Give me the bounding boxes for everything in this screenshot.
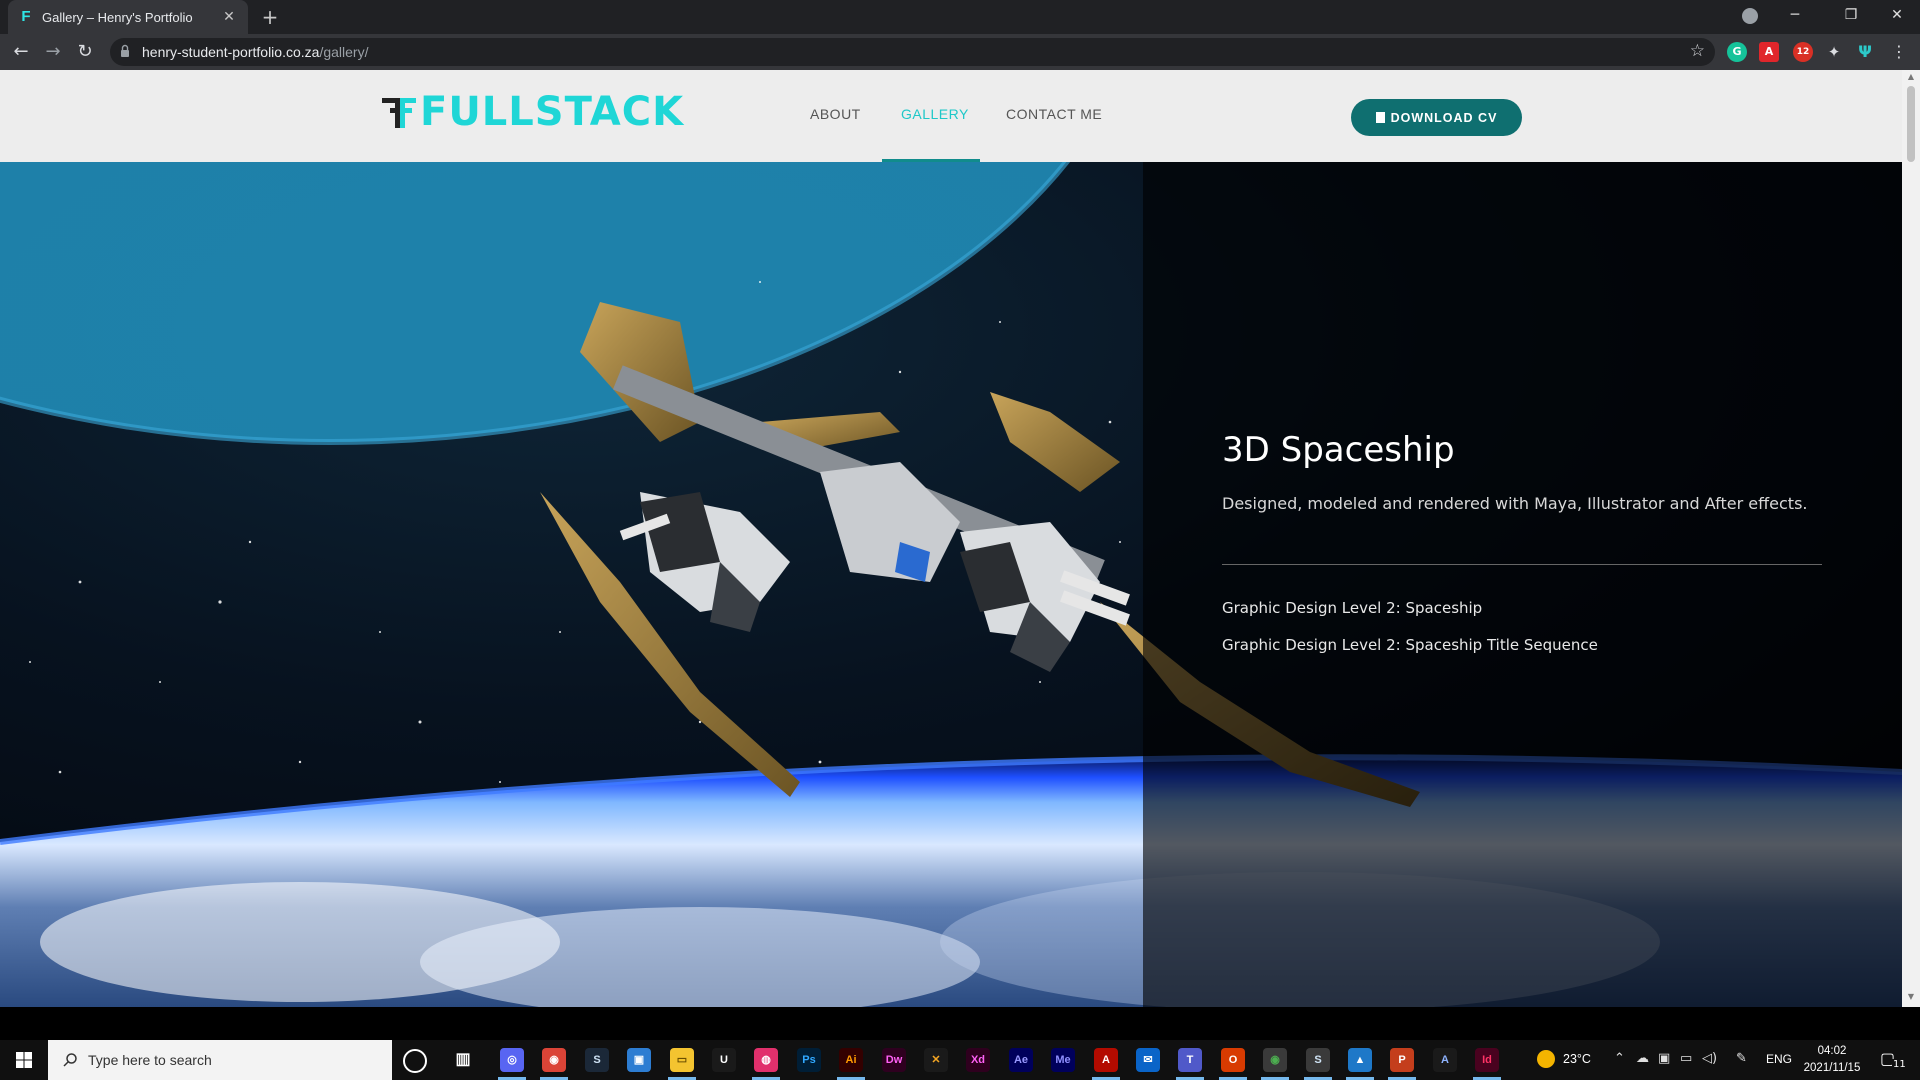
network-icon[interactable]: ▭ — [1680, 1051, 1692, 1066]
back-button[interactable]: ← — [8, 40, 34, 64]
dreamweaver-icon[interactable]: Dw — [882, 1048, 906, 1072]
teams-icon[interactable]: T — [1178, 1048, 1202, 1072]
discord-icon[interactable]: ◎ — [500, 1048, 524, 1072]
weather-temp: 23°C — [1563, 1052, 1591, 1066]
document-icon — [1375, 112, 1385, 123]
logo-wordmark: FULLSTACK — [420, 89, 685, 135]
app-a-icon[interactable]: A — [1433, 1048, 1457, 1072]
project-link-spaceship[interactable]: Graphic Design Level 2: Spaceship — [1222, 599, 1482, 617]
scrollbar-thumb[interactable] — [1907, 86, 1915, 162]
chrome-icon[interactable]: ◉ — [542, 1048, 566, 1072]
fullstack-logo-mark-icon — [382, 98, 416, 128]
new-tab-button[interactable]: + — [258, 6, 282, 28]
steam-icon[interactable]: S — [585, 1048, 609, 1072]
url-path: /gallery/ — [319, 44, 369, 60]
cortana-icon[interactable] — [403, 1049, 427, 1073]
forward-button[interactable]: → — [40, 40, 66, 64]
download-cv-label: DOWNLOAD CV — [1390, 110, 1498, 125]
url-text: henry-student-portfolio.co.za/gallery/ — [142, 44, 368, 60]
illustrator-icon[interactable]: Ai — [839, 1048, 863, 1072]
url-host: henry-student-portfolio.co.za — [142, 44, 320, 60]
page-scrollbar[interactable]: ▲ ▼ — [1902, 70, 1920, 1007]
notification-center-icon[interactable]: ▢ 11 — [1880, 1049, 1907, 1071]
bookmark-star-icon[interactable]: ☆ — [1690, 41, 1705, 61]
show-hidden-icons-chevron-icon[interactable]: ⌃ — [1614, 1051, 1625, 1066]
windows-taskbar: Type here to search ▥ ◎ ◉ S ▣ ▭ U ◍ Ps Ai Dw ✕ Xd Ae… — [0, 1040, 1920, 1080]
file-explorer-icon[interactable]: ▭ — [670, 1048, 694, 1072]
language-indicator[interactable]: ENG — [1766, 1052, 1792, 1066]
windows-start-icon[interactable] — [0, 1040, 48, 1080]
chrome-active-icon[interactable]: ◉ — [1263, 1048, 1287, 1072]
nav-gallery-link[interactable]: GALLERY — [901, 106, 969, 122]
after-effects-icon[interactable]: Ae — [1009, 1048, 1033, 1072]
close-window-button[interactable]: ✕ — [1874, 0, 1920, 30]
ubisoft-icon[interactable]: U — [712, 1048, 736, 1072]
volume-icon[interactable]: ◁) — [1702, 1051, 1717, 1066]
clock-date: 2021/11/15 — [1803, 1062, 1861, 1074]
profile-extension-icon[interactable]: Ψ — [1855, 42, 1875, 62]
media-encoder-icon[interactable]: Me — [1051, 1048, 1075, 1072]
site-logo[interactable]: FULLSTACK — [382, 92, 684, 132]
browser-toolbar: ← → ↻ henry-student-portfolio.co.za/gall… — [0, 34, 1920, 70]
minimize-button[interactable]: ─ — [1772, 0, 1818, 30]
hero-caption-panel — [1143, 162, 1902, 1007]
nav-about-link[interactable]: ABOUT — [810, 106, 861, 122]
chrome-menu-icon[interactable]: ⋮ — [1886, 40, 1912, 64]
tab-title: Gallery – Henry's Portfolio — [42, 9, 193, 25]
indesign-icon[interactable]: Id — [1475, 1048, 1499, 1072]
taskbar-clock[interactable]: 04:02 2021/11/15 — [1798, 1043, 1866, 1077]
reload-button[interactable]: ↻ — [72, 40, 98, 64]
restore-button[interactable]: ❐ — [1828, 0, 1874, 30]
taskbar-search-box[interactable]: Type here to search — [48, 1040, 392, 1080]
tab-search-icon[interactable] — [1742, 8, 1758, 24]
lock-icon — [121, 44, 129, 57]
site-header: FULLSTACK ABOUT GALLERY CONTACT ME DOWNL… — [0, 70, 1902, 162]
project-link-title-sequence[interactable]: Graphic Design Level 2: Spaceship Title … — [1222, 636, 1598, 654]
address-bar[interactable]: henry-student-portfolio.co.za/gallery/ ☆ — [110, 38, 1715, 66]
mail-icon[interactable]: ✉ — [1136, 1048, 1160, 1072]
clock-time: 04:02 — [1817, 1045, 1847, 1057]
acrobat-extension-icon[interactable]: A — [1759, 42, 1779, 62]
hero-divider — [1222, 564, 1822, 565]
acrobat-icon[interactable]: A — [1094, 1048, 1118, 1072]
browser-tab-strip: F Gallery – Henry's Portfolio ✕ + ─ ❐ ✕ — [0, 0, 1920, 34]
grammarly-extension-icon[interactable]: G — [1727, 42, 1747, 62]
task-view-icon[interactable]: ▥ — [451, 1048, 475, 1072]
search-icon — [63, 1053, 77, 1067]
sun-icon — [1537, 1050, 1555, 1068]
notification-count: 11 — [1892, 1059, 1907, 1070]
photoshop-icon[interactable]: Ps — [797, 1048, 821, 1072]
search-placeholder: Type here to search — [88, 1052, 212, 1068]
app-x-icon[interactable]: ✕ — [924, 1048, 948, 1072]
hero-slide: 3D Spaceship Designed, modeled and rende… — [0, 162, 1902, 1007]
steam-active-icon[interactable]: S — [1306, 1048, 1330, 1072]
folder-blue-icon[interactable]: ▣ — [627, 1048, 651, 1072]
office-icon[interactable]: O — [1221, 1048, 1245, 1072]
security-icon[interactable]: ▣ — [1658, 1051, 1670, 1066]
hero-title: 3D Spaceship — [1222, 430, 1455, 470]
site-favicon-icon: F — [21, 8, 31, 25]
nav-contact-link[interactable]: CONTACT ME — [1006, 106, 1102, 122]
extensions-puzzle-icon[interactable]: ✦ — [1824, 42, 1844, 62]
xd-icon[interactable]: Xd — [966, 1048, 990, 1072]
tab-close-icon[interactable]: ✕ — [220, 9, 238, 25]
onedrive-cloud-icon[interactable]: ☁ — [1636, 1051, 1649, 1066]
photos-icon[interactable]: ▲ — [1348, 1048, 1372, 1072]
weather-widget[interactable]: 23°C — [1537, 1050, 1591, 1068]
scroll-up-arrow-icon[interactable]: ▲ — [1906, 72, 1916, 81]
gallery-app-icon[interactable]: ◍ — [754, 1048, 778, 1072]
download-cv-button[interactable]: DOWNLOAD CV — [1351, 99, 1522, 136]
scroll-down-arrow-icon[interactable]: ▼ — [1906, 992, 1916, 1001]
browser-tab[interactable]: F Gallery – Henry's Portfolio ✕ — [8, 0, 248, 34]
pen-icon[interactable]: ✎ — [1736, 1051, 1747, 1066]
page-viewport: FULLSTACK ABOUT GALLERY CONTACT ME DOWNL… — [0, 70, 1902, 1007]
adblock-extension-icon[interactable]: 12 — [1793, 42, 1813, 62]
powerpoint-icon[interactable]: P — [1390, 1048, 1414, 1072]
hero-description: Designed, modeled and rendered with Maya… — [1222, 494, 1808, 513]
